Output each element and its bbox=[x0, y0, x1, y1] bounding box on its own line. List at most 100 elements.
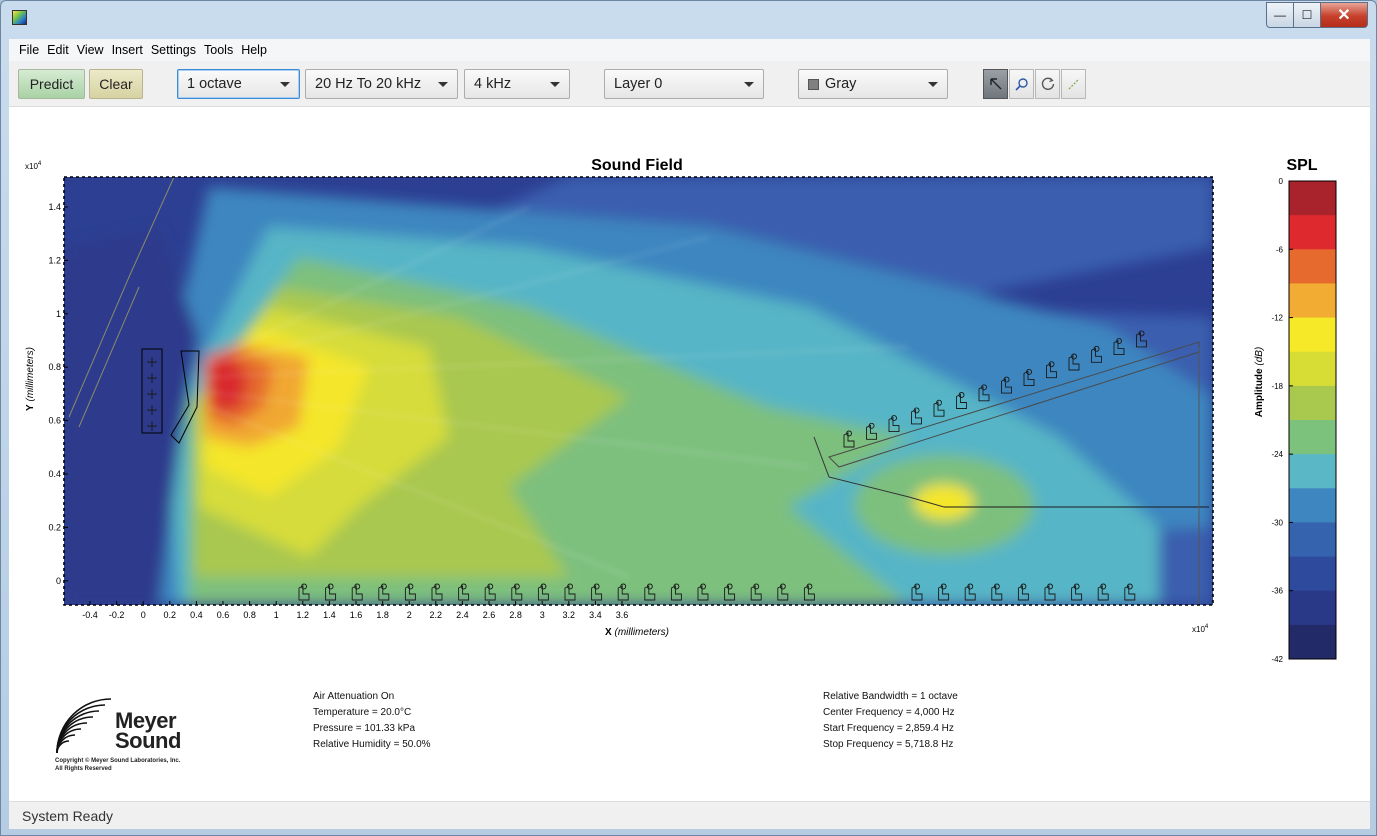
colorbar-tick-label: -24 bbox=[1271, 450, 1283, 459]
menu-settings[interactable]: Settings bbox=[151, 43, 196, 57]
title-bar[interactable]: — ☐ ✕ bbox=[1, 1, 1376, 39]
colorbar-tick-label: -30 bbox=[1271, 518, 1283, 527]
svg-text:Amplitude (dB): Amplitude (dB) bbox=[1254, 347, 1265, 418]
colorbar-segment bbox=[1289, 522, 1336, 558]
x-tick-label: -0.4 bbox=[82, 610, 98, 620]
menu-file[interactable]: File bbox=[19, 43, 39, 57]
zoom-icon bbox=[1014, 78, 1028, 91]
chevron-down-icon bbox=[928, 82, 938, 87]
colorbar-tick-label: -6 bbox=[1276, 245, 1284, 254]
info-line: Temperature = 20.0°C bbox=[313, 707, 412, 718]
x-tick-label: 0.2 bbox=[164, 610, 177, 620]
x-exponent: x104 bbox=[1192, 624, 1209, 634]
colorbar-segment bbox=[1289, 317, 1336, 353]
close-button[interactable]: ✕ bbox=[1320, 2, 1368, 28]
x-tick-label: 1.2 bbox=[297, 610, 310, 620]
y-tick-label: 1 bbox=[56, 309, 61, 319]
color-mode-dropdown[interactable]: Gray bbox=[798, 69, 948, 99]
chevron-down-icon bbox=[744, 82, 754, 87]
plot-tools bbox=[983, 69, 1087, 99]
minimize-button[interactable]: — bbox=[1266, 2, 1293, 28]
colorbar-tick-label: -18 bbox=[1271, 382, 1283, 391]
toolbar: Predict Clear 1 octave 20 Hz To 20 kHz 4… bbox=[9, 61, 1370, 107]
colorbar-title: SPL bbox=[1286, 157, 1317, 174]
y-tick-label: 1.2 bbox=[48, 255, 61, 265]
layer-value: Layer 0 bbox=[614, 76, 663, 92]
info-line: Center Frequency = 4,000 Hz bbox=[823, 707, 955, 718]
menu-tools[interactable]: Tools bbox=[204, 43, 233, 57]
client-area: File Edit View Insert Settings Tools Hel… bbox=[9, 39, 1370, 829]
x-tick-label: 2 bbox=[407, 610, 412, 620]
zoom-tool[interactable] bbox=[1009, 69, 1034, 99]
bandwidth-dropdown[interactable]: 1 octave bbox=[177, 69, 300, 99]
colorbar-segment bbox=[1289, 590, 1336, 626]
measure-line-icon bbox=[1068, 78, 1079, 90]
y-tick-label: 0.2 bbox=[48, 522, 61, 532]
app-icon[interactable] bbox=[12, 10, 27, 25]
menu-view[interactable]: View bbox=[77, 43, 104, 57]
menu-edit[interactable]: Edit bbox=[47, 43, 69, 57]
info-line: Start Frequency = 2,859.4 Hz bbox=[823, 723, 954, 734]
y-tick-label: 0.6 bbox=[48, 416, 61, 426]
info-line: Stop Frequency = 5,718.8 Hz bbox=[823, 739, 954, 750]
x-tick-label: 2.6 bbox=[483, 610, 496, 620]
menu-insert[interactable]: Insert bbox=[112, 43, 143, 57]
colorbar-segment bbox=[1289, 420, 1336, 455]
environment-info: Air Attenuation On Temperature = 20.0°C … bbox=[313, 689, 431, 753]
frequency-range-value: 20 Hz To 20 kHz bbox=[315, 76, 422, 92]
y-tick-label: 0 bbox=[56, 576, 61, 586]
logo-mark-icon bbox=[55, 697, 115, 755]
x-tick-label: 0.6 bbox=[217, 610, 230, 620]
plot-area: Sound Field -0.4 -0.2 0 0.2 0.4 0.6 0.8 … bbox=[9, 107, 1370, 677]
frequency-info: Relative Bandwidth = 1 octave Center Fre… bbox=[823, 689, 958, 753]
pointer-tool[interactable] bbox=[983, 69, 1008, 99]
frequency-dropdown[interactable]: 4 kHz bbox=[464, 69, 570, 99]
rotate-tool[interactable] bbox=[1035, 69, 1060, 99]
y-tick-label: 0.8 bbox=[48, 362, 61, 372]
y-tick-label: 0.4 bbox=[48, 469, 61, 479]
app-window: — ☐ ✕ File Edit View Insert Settings Too… bbox=[0, 0, 1377, 836]
chevron-down-icon bbox=[550, 82, 560, 87]
colorbar-segment bbox=[1289, 249, 1336, 284]
x-tick-label: 1.4 bbox=[323, 610, 336, 620]
colorbar-segment bbox=[1289, 454, 1336, 489]
x-tick-label: -0.2 bbox=[109, 610, 125, 620]
y-tick-label: 1.4 bbox=[48, 202, 61, 212]
info-line: Relative Humidity = 50.0% bbox=[313, 739, 431, 750]
x-tick-label: 3.4 bbox=[589, 610, 602, 620]
frequency-range-dropdown[interactable]: 20 Hz To 20 kHz bbox=[305, 69, 458, 99]
svg-text:Y (millimeters): Y (millimeters) bbox=[25, 347, 36, 411]
plot-title: Sound Field bbox=[591, 157, 683, 174]
menu-help[interactable]: Help bbox=[241, 43, 267, 57]
x-tick-label: 0.4 bbox=[190, 610, 203, 620]
colorbar-segment bbox=[1289, 556, 1336, 592]
bandwidth-value: 1 octave bbox=[187, 76, 242, 92]
info-line: Pressure = 101.33 kPa bbox=[313, 723, 416, 734]
colorbar-segment bbox=[1289, 283, 1336, 319]
colorbar-tick-label: -36 bbox=[1271, 587, 1283, 596]
colorbar-segment bbox=[1289, 624, 1336, 660]
color-swatch bbox=[808, 78, 819, 90]
x-tick-label: 2.2 bbox=[430, 610, 443, 620]
x-tick-label: 0 bbox=[141, 610, 146, 620]
rotate-icon bbox=[1041, 77, 1054, 90]
colorbar-tick-label: -12 bbox=[1271, 314, 1283, 323]
x-tick-label: 0.8 bbox=[243, 610, 256, 620]
x-tick-label: 3 bbox=[540, 610, 545, 620]
measure-tool[interactable] bbox=[1061, 69, 1086, 99]
color-mode-value: Gray bbox=[825, 76, 857, 92]
x-tick-label: 1.8 bbox=[376, 610, 389, 620]
predict-button[interactable]: Predict bbox=[18, 69, 85, 99]
clear-button[interactable]: Clear bbox=[89, 69, 143, 99]
colorbar-segment bbox=[1289, 385, 1336, 421]
logo-wordmark: Meyer Sound bbox=[115, 708, 181, 753]
info-line: Air Attenuation On bbox=[313, 691, 395, 702]
colorbar-label: Amplitude (dB) bbox=[1254, 347, 1265, 418]
x-axis-label: X (millimeters) bbox=[605, 627, 669, 638]
layer-dropdown[interactable]: Layer 0 bbox=[604, 69, 764, 99]
logo-copyright: Copyright © Meyer Sound Laboratories, In… bbox=[55, 758, 181, 772]
sound-field-plot[interactable]: Sound Field -0.4 -0.2 0 0.2 0.4 0.6 0.8 … bbox=[9, 107, 1370, 677]
y-axis-label: Y (millimeters) bbox=[25, 347, 36, 411]
colorbar-segment bbox=[1289, 181, 1336, 216]
maximize-button[interactable]: ☐ bbox=[1293, 2, 1320, 28]
